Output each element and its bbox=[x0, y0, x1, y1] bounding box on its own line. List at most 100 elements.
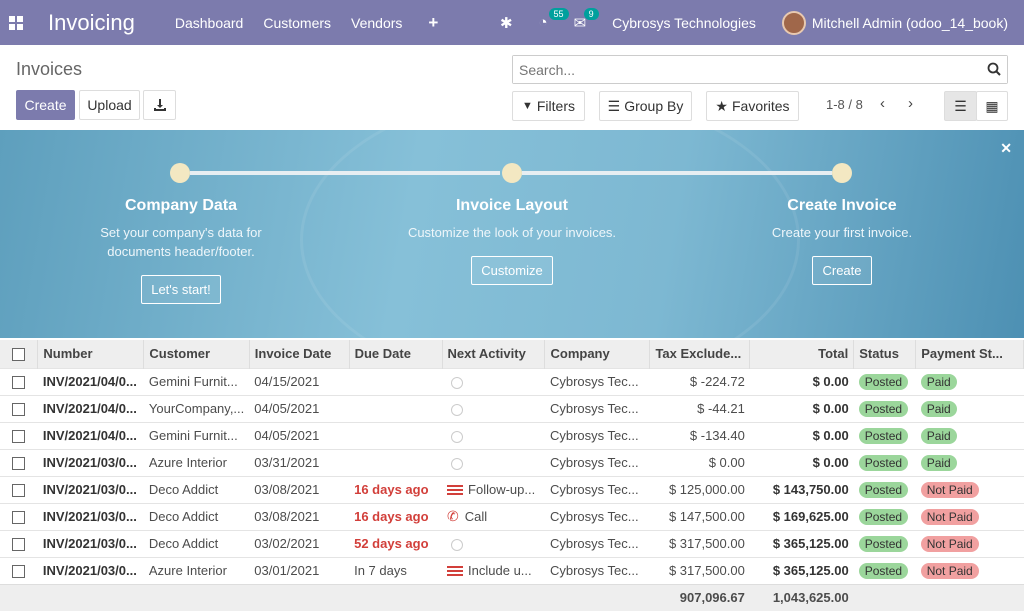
create-button[interactable]: Create bbox=[16, 90, 75, 120]
cell-next-activity[interactable]: ✆ Call bbox=[442, 502, 545, 530]
payment-badge: Not Paid bbox=[920, 508, 979, 525]
app-name[interactable]: Invoicing bbox=[48, 10, 135, 36]
cell-customer: Azure Interior bbox=[143, 448, 250, 476]
row-checkbox[interactable] bbox=[0, 502, 38, 530]
step-dot-company bbox=[170, 163, 190, 183]
cell-number: INV/2021/03/0... bbox=[37, 556, 144, 584]
row-checkbox[interactable] bbox=[0, 529, 38, 557]
row-checkbox[interactable] bbox=[0, 448, 38, 476]
column-header-tax-excluded[interactable]: Tax Exclude... bbox=[649, 340, 751, 368]
filters-label: Filters bbox=[536, 98, 575, 114]
cell-next-activity[interactable] bbox=[442, 421, 545, 449]
activity-clock-icon[interactable]: ◔ 55 bbox=[539, 8, 569, 31]
download-icon[interactable] bbox=[143, 90, 176, 120]
company-switcher[interactable]: Cybrosys Technologies bbox=[612, 15, 756, 31]
apps-menu-icon[interactable] bbox=[0, 15, 32, 30]
create-invoice-button[interactable]: Create bbox=[812, 256, 872, 285]
total-sum: 1,043,625.00 bbox=[749, 583, 854, 611]
row-checkbox[interactable] bbox=[0, 421, 38, 449]
cell-next-activity[interactable]: Follow-up... bbox=[442, 475, 545, 503]
clock-icon[interactable] bbox=[451, 376, 464, 389]
cell-invoice-date: 03/08/2021 bbox=[249, 502, 350, 530]
user-menu[interactable]: Mitchell Admin (odoo_14_book) bbox=[812, 15, 1008, 31]
status-badge: Posted bbox=[858, 427, 909, 444]
groupby-button[interactable]: ☰ Group By bbox=[599, 91, 692, 121]
clock-icon[interactable] bbox=[451, 430, 464, 443]
cell-next-activity[interactable] bbox=[442, 394, 545, 422]
cell-status: Posted bbox=[853, 394, 916, 422]
messages-icon[interactable]: ✉ 9 bbox=[574, 7, 599, 32]
cell-next-activity[interactable]: Include u... bbox=[442, 556, 545, 584]
bug-icon[interactable]: ✱ bbox=[500, 14, 513, 32]
step-dot-layout bbox=[502, 163, 522, 183]
kanban-view-icon[interactable]: ▦ bbox=[976, 91, 1008, 121]
cell-payment-status: Paid bbox=[915, 421, 1024, 449]
table-row[interactable]: INV/2021/03/0... Deco Addict 03/02/2021 52 … bbox=[0, 529, 1024, 557]
activity-summary: Include u... bbox=[468, 563, 532, 578]
menu-vendors[interactable]: Vendors bbox=[351, 15, 402, 31]
cell-total: $ 0.00 bbox=[749, 448, 854, 476]
row-checkbox[interactable] bbox=[0, 394, 38, 422]
clock-icon[interactable] bbox=[451, 403, 464, 416]
column-header-next-activity[interactable]: Next Activity bbox=[442, 340, 546, 368]
cell-customer: Deco Addict bbox=[143, 529, 250, 557]
table-row[interactable]: INV/2021/04/0... YourCompany,... 04/05/202… bbox=[0, 394, 1024, 422]
row-checkbox[interactable] bbox=[0, 367, 38, 395]
list-view-icon[interactable]: ☰ bbox=[944, 91, 977, 121]
upload-button[interactable]: Upload bbox=[79, 90, 140, 120]
row-checkbox[interactable] bbox=[0, 556, 38, 584]
cell-total: $ 169,625.00 bbox=[749, 502, 854, 530]
cell-next-activity[interactable] bbox=[442, 367, 545, 395]
cell-number: INV/2021/04/0... bbox=[37, 394, 144, 422]
cell-customer: Gemini Furnit... bbox=[143, 367, 250, 395]
select-all-checkbox[interactable] bbox=[0, 340, 39, 368]
lets-start-button[interactable]: Let's start! bbox=[141, 275, 221, 304]
table-row[interactable]: INV/2021/04/0... Gemini Furnit... 04/15/20… bbox=[0, 367, 1024, 395]
pager-value[interactable]: 1-8 / 8 bbox=[826, 97, 863, 112]
cell-invoice-date: 03/08/2021 bbox=[249, 475, 350, 503]
cell-total: $ 365,125.00 bbox=[749, 556, 854, 584]
cell-company: Cybrosys Tec... bbox=[544, 367, 650, 395]
filters-button[interactable]: ▼ Filters bbox=[512, 91, 585, 121]
column-header-total[interactable]: Total bbox=[749, 340, 855, 368]
column-header-customer[interactable]: Customer bbox=[143, 340, 250, 368]
customize-button[interactable]: Customize bbox=[471, 256, 553, 285]
menu-dashboard[interactable]: Dashboard bbox=[175, 15, 244, 31]
search-input[interactable] bbox=[513, 56, 1007, 83]
add-menu-button[interactable]: + bbox=[428, 13, 438, 33]
table-row[interactable]: INV/2021/03/0... Azure Interior 03/01/2021… bbox=[0, 556, 1024, 584]
column-header-invoice-date[interactable]: Invoice Date bbox=[249, 340, 350, 368]
cell-customer: YourCompany,... bbox=[143, 394, 250, 422]
pager-next-icon[interactable]: › bbox=[908, 95, 913, 112]
favorites-button[interactable]: ★ Favorites bbox=[706, 91, 799, 121]
search-icon[interactable] bbox=[987, 62, 1001, 79]
row-checkbox[interactable] bbox=[0, 475, 38, 503]
cell-next-activity[interactable] bbox=[442, 448, 545, 476]
column-header-due-date[interactable]: Due Date bbox=[349, 340, 443, 368]
cell-payment-status: Paid bbox=[915, 367, 1024, 395]
cell-next-activity[interactable] bbox=[442, 529, 545, 557]
menu-customers[interactable]: Customers bbox=[263, 15, 331, 31]
cell-customer: Gemini Furnit... bbox=[143, 421, 250, 449]
payment-badge: Not Paid bbox=[920, 562, 979, 579]
column-header-company[interactable]: Company bbox=[544, 340, 651, 368]
phone-icon: ✆ bbox=[447, 508, 459, 524]
cell-due-date bbox=[349, 367, 443, 395]
table-row[interactable]: INV/2021/04/0... Gemini Furnit... 04/05/20… bbox=[0, 421, 1024, 449]
clock-icon[interactable] bbox=[451, 538, 464, 551]
pager-previous-icon[interactable]: ‹ bbox=[880, 95, 885, 112]
table-row[interactable]: INV/2021/03/0... Azure Interior 03/31/2021… bbox=[0, 448, 1024, 476]
tax-excluded-sum: 907,096.67 bbox=[649, 583, 750, 611]
table-row[interactable]: INV/2021/03/0... Deco Addict 03/08/2021 16 … bbox=[0, 502, 1024, 530]
cell-tax-excluded: $ 317,500.00 bbox=[649, 529, 750, 557]
close-icon[interactable]: ✕ bbox=[1000, 140, 1012, 157]
groupby-icon: ☰ bbox=[607, 97, 621, 114]
clock-icon[interactable] bbox=[451, 457, 464, 470]
column-header-payment-status[interactable]: Payment St... bbox=[915, 340, 1024, 368]
status-badge: Posted bbox=[858, 562, 909, 579]
column-header-number[interactable]: Number bbox=[37, 340, 145, 368]
table-header: Number Customer Invoice Date Due Date Ne… bbox=[0, 340, 1024, 368]
user-avatar[interactable] bbox=[781, 10, 806, 35]
table-row[interactable]: INV/2021/03/0... Deco Addict 03/08/2021 16 … bbox=[0, 475, 1024, 503]
column-header-status[interactable]: Status bbox=[853, 340, 917, 368]
